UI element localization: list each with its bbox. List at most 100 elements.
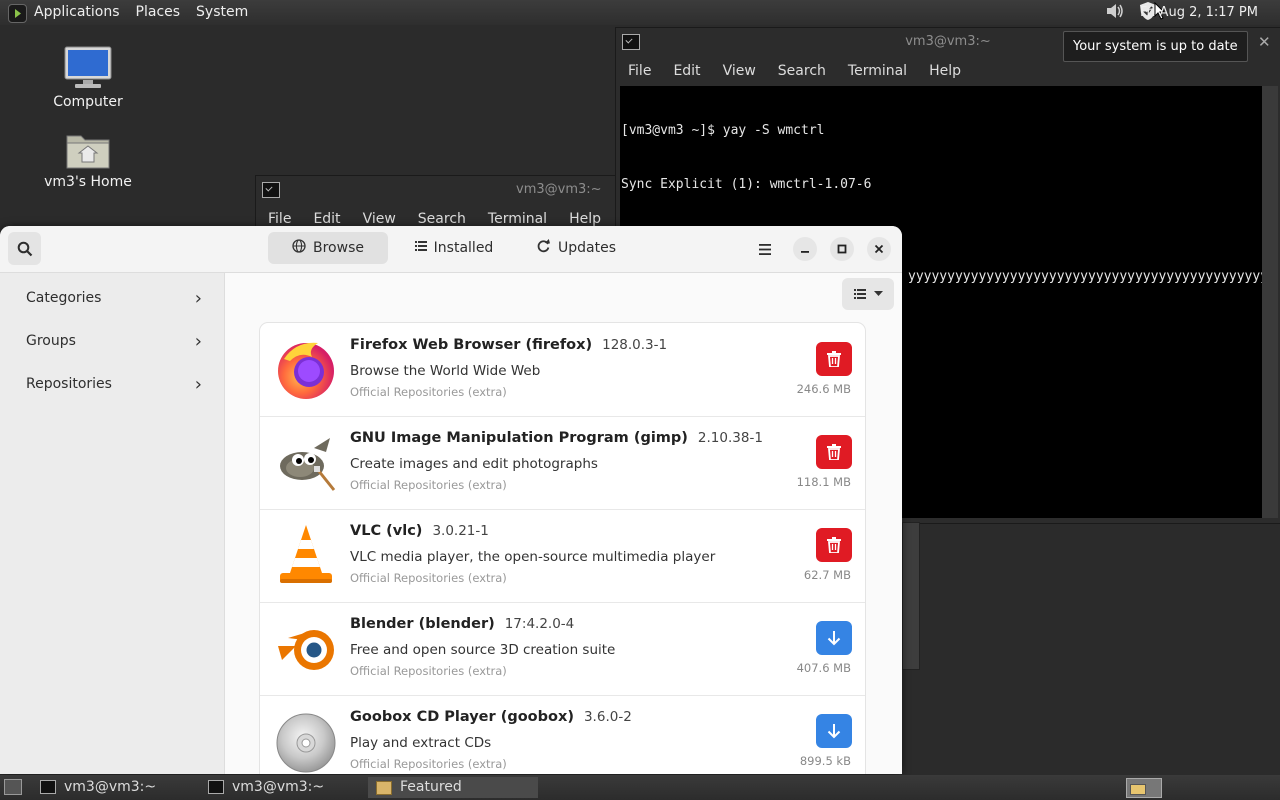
menu-applications[interactable]: Applications (34, 4, 120, 20)
menu-view[interactable]: View (363, 211, 396, 227)
tab-label: Installed (433, 240, 494, 256)
hidden-window-edge (902, 522, 920, 670)
menu-file[interactable]: File (628, 63, 651, 79)
computer-icon (63, 46, 113, 90)
taskbar-item-terminal-1[interactable]: vm3@vm3:~ (32, 777, 224, 798)
software-center-window[interactable]: Browse Installed Updates Categories › Gr… (0, 226, 902, 774)
terminal-scrollbar[interactable] (1262, 86, 1278, 518)
show-desktop-icon[interactable] (4, 779, 22, 795)
app-description: Play and extract CDs (350, 735, 492, 751)
refresh-icon (536, 239, 551, 257)
workspace-switcher-icon[interactable] (1126, 778, 1162, 798)
sidebar-item-repositories[interactable]: Repositories › (26, 374, 202, 395)
close-button[interactable]: ✕ (1258, 28, 1271, 56)
app-repository: Official Repositories (extra) (350, 385, 507, 399)
trash-icon (827, 444, 841, 460)
app-name-line: Goobox CD Player (goobox) 3.6.0-2 (350, 709, 632, 725)
desktop-icon-computer[interactable]: Computer (33, 46, 143, 110)
terminal-icon (262, 182, 280, 198)
update-tooltip: Your system is up to date (1063, 31, 1248, 62)
remove-button[interactable] (816, 435, 852, 469)
volume-icon[interactable] (1104, 1, 1126, 25)
desktop-icon-home[interactable]: vm3's Home (33, 130, 143, 190)
blender-icon (274, 616, 338, 680)
remove-button[interactable] (816, 342, 852, 376)
menu-help[interactable]: Help (569, 211, 601, 227)
menu-edit[interactable]: Edit (313, 211, 340, 227)
taskbar-item-featured[interactable]: Featured (368, 777, 538, 798)
download-arrow-icon (827, 631, 841, 646)
app-size: 899.5 kB (799, 754, 851, 768)
view-mode-button[interactable] (842, 278, 894, 310)
maximize-icon (837, 244, 847, 254)
window-title: vm3@vm3:~ (905, 34, 991, 49)
maximize-button[interactable] (830, 237, 854, 261)
bottom-panel: vm3@vm3:~ vm3@vm3:~ Featured (0, 775, 1280, 800)
app-description: VLC media player, the open-source multim… (350, 549, 716, 565)
desktop-icon-label: Computer (53, 94, 123, 110)
sidebar: Categories › Groups › Repositories › (0, 273, 225, 774)
chevron-right-icon: › (194, 374, 202, 395)
sidebar-item-groups[interactable]: Groups › (26, 331, 202, 352)
close-button[interactable] (867, 237, 891, 261)
dropdown-arrow-icon (873, 291, 883, 296)
tab-browse[interactable]: Browse (268, 232, 388, 264)
terminal-yes-output: yyyyyyyyyyyyyyyyyyyyyyyyyyyyyyyyyyyyyyyy… (908, 269, 1262, 284)
main-menu-button[interactable] (750, 234, 780, 264)
search-icon (17, 241, 32, 256)
app-version: 2.10.38-1 (697, 430, 763, 446)
app-version: 3.6.0-2 (583, 709, 632, 725)
menu-edit[interactable]: Edit (673, 63, 700, 79)
menu-search[interactable]: Search (778, 63, 826, 79)
app-row-blender[interactable]: Blender (blender) 17:4.2.0-4 Free and ope… (260, 602, 865, 696)
taskbar-label: vm3@vm3:~ (64, 779, 157, 795)
terminal-icon (622, 34, 640, 50)
cd-icon (274, 709, 338, 773)
terminal-line: Sync Explicit (1): wmctrl-1.07-6 (621, 177, 872, 192)
sidebar-item-label: Repositories (26, 376, 112, 392)
menu-view[interactable]: View (723, 63, 756, 79)
app-row-vlc[interactable]: VLC (vlc) 3.0.21-1 VLC media player, the … (260, 509, 865, 603)
app-version: 3.0.21-1 (432, 523, 489, 539)
app-size: 407.6 MB (796, 661, 851, 675)
clock[interactable]: Fri Aug 2, 1:17 PM (1140, 0, 1258, 25)
menu-terminal[interactable]: Terminal (848, 63, 907, 79)
trash-icon (827, 351, 841, 367)
install-button[interactable] (816, 714, 852, 748)
menu-help[interactable]: Help (929, 63, 961, 79)
app-size: 118.1 MB (796, 475, 851, 489)
menu-system[interactable]: System (196, 4, 248, 20)
taskbar-label: vm3@vm3:~ (232, 779, 325, 795)
sidebar-item-categories[interactable]: Categories › (26, 288, 202, 309)
taskbar-label: Featured (400, 779, 462, 795)
window-titlebar[interactable]: vm3@vm3:~ (256, 176, 616, 204)
app-row-gimp[interactable]: GNU Image Manipulation Program (gimp) 2.1… (260, 416, 865, 510)
terminal-icon (40, 780, 56, 794)
menu-terminal[interactable]: Terminal (488, 211, 547, 227)
vlc-icon (274, 523, 338, 587)
desktop-icon-label: vm3's Home (44, 174, 132, 190)
app-name-line: VLC (vlc) 3.0.21-1 (350, 523, 489, 539)
app-row-goobox[interactable]: Goobox CD Player (goobox) 3.6.0-2 Play an… (260, 695, 865, 774)
applications-logo-icon[interactable] (8, 4, 27, 23)
menu-file[interactable]: File (268, 211, 291, 227)
search-button[interactable] (8, 232, 41, 265)
app-size: 246.6 MB (796, 382, 851, 396)
app-row-firefox[interactable]: Firefox Web Browser (firefox) 128.0.3-1 B… (260, 323, 865, 417)
trash-icon (827, 537, 841, 553)
remove-button[interactable] (816, 528, 852, 562)
gimp-icon (274, 430, 338, 494)
sidebar-item-label: Categories (26, 290, 102, 306)
globe-icon (292, 239, 306, 257)
tab-installed[interactable]: Installed (404, 232, 504, 264)
minimize-button[interactable] (793, 237, 817, 261)
app-name: GNU Image Manipulation Program (gimp) (350, 430, 688, 446)
tab-updates[interactable]: Updates (526, 232, 626, 264)
menu-places[interactable]: Places (136, 4, 181, 20)
tab-label: Browse (313, 240, 364, 256)
menu-search[interactable]: Search (418, 211, 466, 227)
terminal-line: [vm3@vm3 ~]$ yay -S wmctrl (621, 123, 825, 138)
install-button[interactable] (816, 621, 852, 655)
taskbar-item-terminal-2[interactable]: vm3@vm3:~ (200, 777, 392, 798)
app-name: Goobox CD Player (goobox) (350, 709, 574, 725)
